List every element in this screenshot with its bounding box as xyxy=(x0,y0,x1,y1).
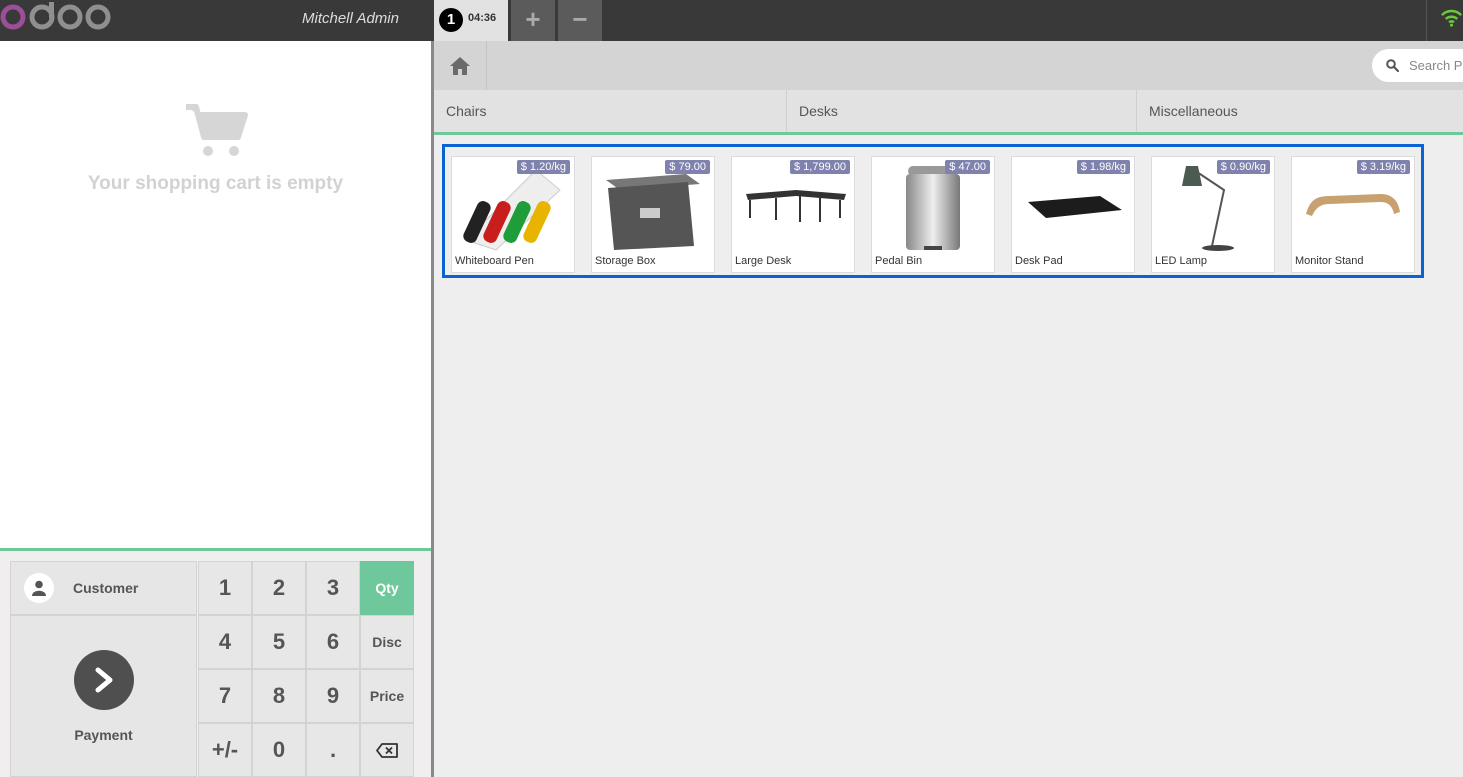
remove-order-button[interactable]: − xyxy=(558,0,602,41)
customer-button[interactable]: Customer xyxy=(10,561,197,615)
numpad-key-plus-minus[interactable]: +/- xyxy=(198,723,252,777)
numpad-key-0[interactable]: 0 xyxy=(252,723,306,777)
category-miscellaneous[interactable]: Miscellaneous xyxy=(1137,90,1463,132)
backspace-button[interactable] xyxy=(360,723,414,777)
wifi-icon[interactable] xyxy=(1440,7,1463,27)
product-list: $ 1.20/kg Whiteboard Pen $ 79.00 Storage… xyxy=(442,144,1424,278)
search-input[interactable]: Search Products xyxy=(1409,58,1463,73)
home-icon xyxy=(450,56,470,75)
payment-button[interactable]: Payment xyxy=(10,615,197,777)
product-card[interactable]: $ 1.20/kg Whiteboard Pen xyxy=(451,156,575,273)
numpad-key-8[interactable]: 8 xyxy=(252,669,306,723)
order-number-badge: 1 xyxy=(439,8,463,32)
product-name: Pedal Bin xyxy=(875,255,923,267)
price-tag: $ 79.00 xyxy=(665,160,710,174)
product-header: Search Products xyxy=(434,41,1463,90)
price-mode-button[interactable]: Price xyxy=(360,669,414,723)
qty-mode-button[interactable]: Qty xyxy=(360,561,414,615)
numpad-key-1[interactable]: 1 xyxy=(198,561,252,615)
price-tag: $ 3.19/kg xyxy=(1356,160,1410,174)
user-icon xyxy=(24,573,54,603)
product-name: LED Lamp xyxy=(1155,255,1207,267)
add-order-button[interactable]: + xyxy=(511,0,555,41)
top-bar: Mitchell Admin 1 04:36 + − xyxy=(0,0,1463,41)
numpad-key-4[interactable]: 4 xyxy=(198,615,252,669)
payment-label: Payment xyxy=(74,726,133,743)
search-box[interactable]: Search Products xyxy=(1372,49,1463,82)
numpad-key-3[interactable]: 3 xyxy=(306,561,360,615)
odoo-logo xyxy=(0,2,111,30)
product-name: Monitor Stand xyxy=(1295,255,1364,267)
product-card[interactable]: $ 1,799.00 Large Desk xyxy=(731,156,855,273)
home-category-button[interactable] xyxy=(434,41,487,90)
numpad-key-decimal[interactable]: . xyxy=(306,723,360,777)
empty-cart: Your shopping cart is empty xyxy=(0,103,431,195)
control-pad: Customer Payment 1 2 3 Qty 4 5 6 Disc 7 … xyxy=(0,548,431,777)
search-icon xyxy=(1386,59,1399,72)
category-bar: Chairs Desks Miscellaneous xyxy=(434,90,1463,135)
user-name[interactable]: Mitchell Admin xyxy=(302,10,399,27)
numpad-key-5[interactable]: 5 xyxy=(252,615,306,669)
product-card[interactable]: $ 47.00 Pedal Bin xyxy=(871,156,995,273)
price-tag: $ 1.98/kg xyxy=(1076,160,1130,174)
topbar-divider xyxy=(1426,0,1427,41)
product-screen: Search Products Chairs Desks Miscellaneo… xyxy=(434,41,1463,777)
disc-mode-button[interactable]: Disc xyxy=(360,615,414,669)
price-tag: $ 0.90/kg xyxy=(1216,160,1270,174)
product-name: Storage Box xyxy=(595,255,656,267)
product-card[interactable]: $ 1.98/kg Desk Pad xyxy=(1011,156,1135,273)
chevron-right-icon xyxy=(73,649,134,710)
product-name: Large Desk xyxy=(735,255,792,267)
numpad-key-9[interactable]: 9 xyxy=(306,669,360,723)
numpad-key-6[interactable]: 6 xyxy=(306,615,360,669)
product-card[interactable]: $ 3.19/kg Monitor Stand xyxy=(1291,156,1415,273)
category-chairs[interactable]: Chairs xyxy=(434,90,787,132)
empty-cart-message: Your shopping cart is empty xyxy=(87,173,344,194)
backspace-icon xyxy=(376,742,398,758)
shopping-cart-icon xyxy=(185,104,248,156)
product-card[interactable]: $ 0.90/kg LED Lamp xyxy=(1151,156,1275,273)
price-tag: $ 47.00 xyxy=(945,160,990,174)
order-time: 04:36 xyxy=(468,12,497,24)
price-tag: $ 1.20/kg xyxy=(516,160,570,174)
price-tag: $ 1,799.00 xyxy=(790,160,850,174)
numpad-key-7[interactable]: 7 xyxy=(198,669,252,723)
numpad-key-2[interactable]: 2 xyxy=(252,561,306,615)
product-card[interactable]: $ 79.00 Storage Box xyxy=(591,156,715,273)
product-name: Whiteboard Pen xyxy=(455,255,534,267)
order-tab[interactable]: 1 04:36 xyxy=(434,0,508,41)
category-desks[interactable]: Desks xyxy=(787,90,1137,132)
order-pane: Your shopping cart is empty Customer Pay… xyxy=(0,41,431,777)
customer-label: Customer xyxy=(73,580,139,596)
product-name: Desk Pad xyxy=(1015,255,1063,267)
